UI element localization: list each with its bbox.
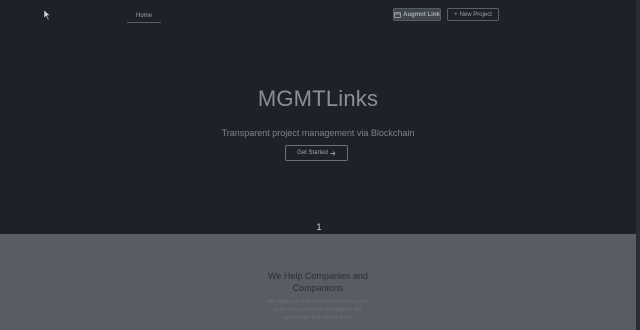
- section-heading: We Help Companies and Companions: [0, 270, 636, 294]
- get-started-label: Get Started: [297, 150, 328, 156]
- plus-icon: +: [454, 11, 458, 18]
- features-section: We Help Companies and Companions We make…: [0, 234, 636, 330]
- section-body-line1: We make sure that everyone involved in y…: [268, 299, 368, 305]
- section-heading-line1: We Help Companies and: [268, 271, 368, 281]
- hero-title: MGMTLinks: [257, 86, 379, 111]
- nav-home-link[interactable]: Home: [127, 10, 161, 23]
- credit-card-icon: [394, 11, 402, 18]
- page-scrollbar[interactable]: [636, 0, 640, 330]
- section-heading-line2: Companions: [292, 283, 344, 293]
- mouse-cursor-icon: [44, 10, 51, 20]
- arrow-right-icon: [329, 150, 336, 156]
- new-project-button[interactable]: + New Project: [447, 8, 499, 21]
- new-project-label: New Project: [459, 11, 492, 18]
- section-body: We make sure that everyone involved in y…: [250, 298, 386, 322]
- section-body-line3: accountable from start to finish.: [283, 315, 353, 321]
- get-started-button[interactable]: Get Started: [285, 145, 348, 161]
- hero-section: Home Augmnt Link + New Project MGMTLinks…: [0, 0, 636, 234]
- section-body-line2: project stays informed, transparent, and: [273, 307, 363, 313]
- augmnt-link-label: Augmnt Link: [403, 11, 440, 18]
- hero-subtitle: Transparent project management via Block…: [221, 128, 415, 138]
- carousel-slide-number[interactable]: 1: [312, 222, 326, 232]
- page: Home Augmnt Link + New Project MGMTLinks…: [0, 0, 640, 330]
- augmnt-link-button[interactable]: Augmnt Link: [393, 8, 441, 21]
